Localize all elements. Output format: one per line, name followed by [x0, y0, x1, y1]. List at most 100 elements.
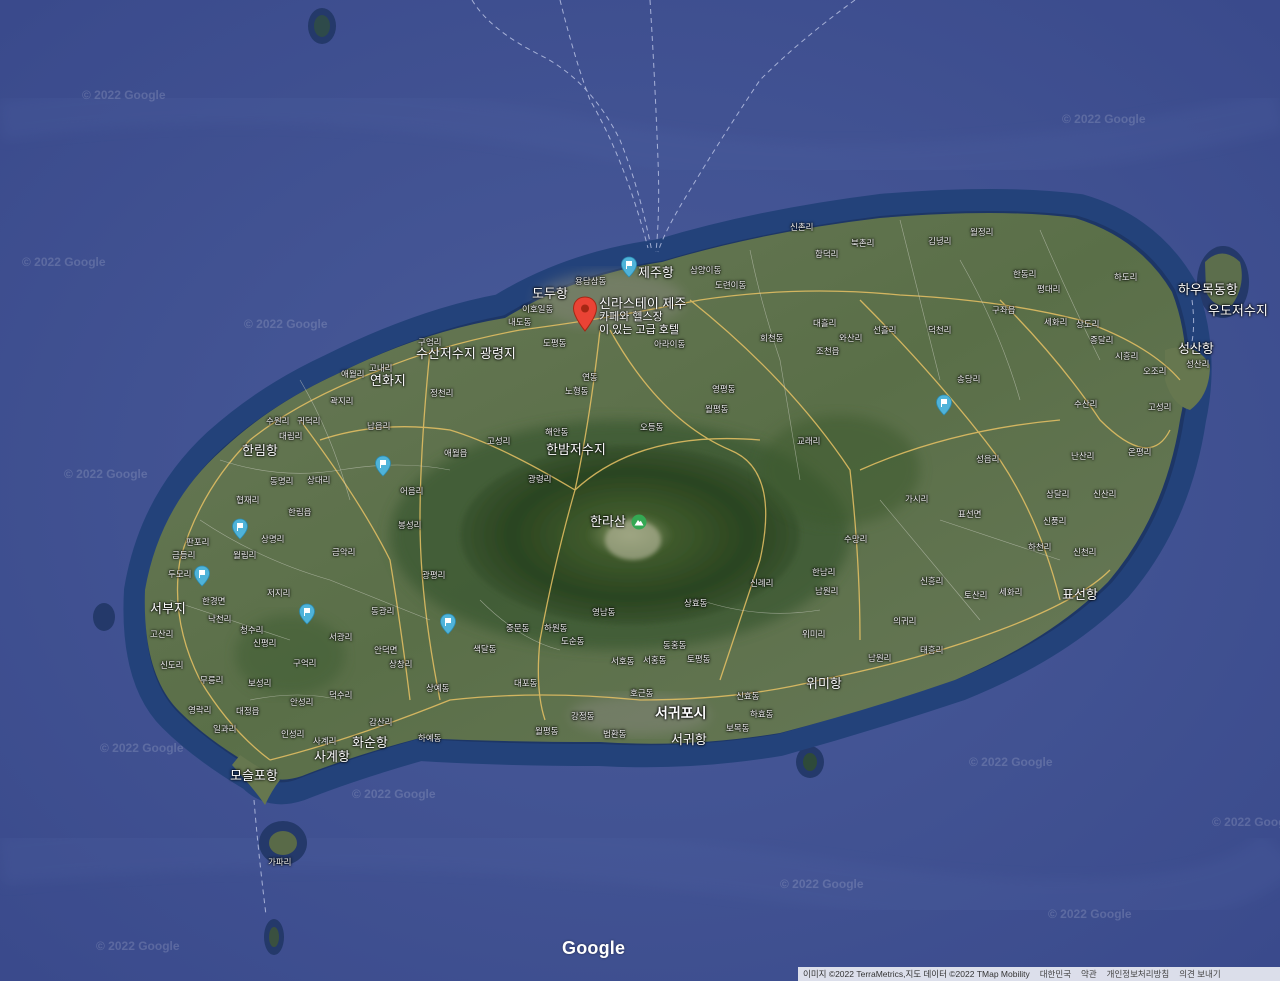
place-label[interactable]: 선흘리 [873, 325, 896, 336]
place-label[interactable]: 낙천리 [208, 614, 231, 625]
place-label[interactable]: 오조리 [1143, 366, 1166, 377]
place-label[interactable]: 일과리 [213, 724, 236, 735]
place-label[interactable]: 동광리 [371, 606, 394, 617]
place-label[interactable]: 남원리 [815, 586, 838, 597]
place-label[interactable]: 북촌리 [851, 238, 874, 249]
place-label[interactable]: 덕수리 [329, 690, 352, 701]
place-label[interactable]: 한동리 [1013, 269, 1036, 280]
place-label[interactable]: 대포동 [514, 678, 537, 689]
mountain-icon[interactable] [631, 514, 647, 530]
place-label[interactable]: 동홍동 [663, 640, 686, 651]
place-label[interactable]: 도두항 [532, 286, 568, 302]
place-label[interactable]: 도평동 [543, 338, 566, 349]
place-label[interactable]: 보목동 [726, 723, 749, 734]
place-label[interactable]: 화순항 [352, 735, 388, 751]
place-label[interactable]: 법환동 [603, 729, 626, 740]
place-label[interactable]: 용담삼동 [575, 276, 606, 287]
place-label[interactable]: 수망리 [844, 534, 867, 545]
place-label[interactable]: 서귀항 [671, 732, 707, 748]
place-label[interactable]: 신례리 [750, 578, 773, 589]
place-label[interactable]: 해안동 [545, 427, 568, 438]
footer-link-privacy[interactable]: 개인정보처리방침 [1102, 968, 1175, 980]
place-label[interactable]: 저지리 [267, 588, 290, 599]
place-label[interactable]: 상대리 [307, 475, 330, 486]
place-label[interactable]: 강정동 [571, 711, 594, 722]
place-label[interactable]: 판포리 [186, 537, 209, 548]
place-label[interactable]: 곽지리 [330, 396, 353, 407]
place-label[interactable]: 광령지 [480, 346, 516, 362]
place-label[interactable]: 와산리 [839, 333, 862, 344]
place-label[interactable]: 신천리 [1073, 547, 1096, 558]
place-label[interactable]: 한남리 [812, 567, 835, 578]
place-label[interactable]: 태흥리 [920, 645, 943, 656]
place-label[interactable]: 한밤저수지 [546, 442, 606, 458]
place-label[interactable]: 두모리 [168, 569, 191, 580]
place-label[interactable]: 노형동 [565, 386, 588, 397]
place-label[interactable]: 광평리 [422, 570, 445, 581]
place-label[interactable]: 하도리 [1114, 272, 1137, 283]
place-label[interactable]: 온평리 [1128, 447, 1151, 458]
place-label[interactable]: 의귀리 [893, 616, 916, 627]
satellite-map[interactable]: © 2022 Google © 2022 Google © 2022 Googl… [0, 0, 1280, 981]
place-label[interactable]: 신산리 [1093, 489, 1116, 500]
place-label[interactable]: 모슬포항 [230, 768, 278, 784]
place-label[interactable]: 연동 [582, 372, 598, 383]
place-label[interactable]: 어음리 [400, 486, 423, 497]
place-label[interactable]: 봉성리 [398, 520, 421, 531]
place-pin-icon[interactable] [439, 613, 457, 635]
place-label[interactable]: 애월읍 [444, 448, 467, 459]
place-label[interactable]: 김녕리 [928, 236, 951, 247]
place-label[interactable]: 사계항 [314, 749, 350, 765]
place-label[interactable]: 금악리 [332, 547, 355, 558]
place-label[interactable]: 감산리 [369, 717, 392, 728]
place-label[interactable]: 영평동 [712, 384, 735, 395]
hotel-location-pin-icon[interactable] [572, 296, 598, 332]
place-label[interactable]: 수산리 [1074, 399, 1097, 410]
place-label[interactable]: 삼양이동 [690, 265, 721, 276]
place-pin-icon[interactable] [298, 603, 316, 625]
place-label[interactable]: 중문동 [506, 623, 529, 634]
place-label[interactable]: 남원리 [868, 653, 891, 664]
place-label[interactable]: 청수리 [240, 625, 263, 636]
place-label[interactable]: 성산리 [1186, 359, 1209, 370]
place-label[interactable]: 영남동 [592, 607, 615, 618]
place-label[interactable]: 회천동 [760, 333, 783, 344]
place-label[interactable]: 서귀포시 [655, 705, 707, 721]
place-label[interactable]: 삼달리 [1046, 489, 1069, 500]
place-label[interactable]: 수산저수지 [416, 346, 476, 362]
ferry-terminal-pin-icon[interactable] [620, 256, 638, 278]
place-label[interactable]: 덕천리 [928, 325, 951, 336]
place-label[interactable]: 표선면 [958, 509, 981, 520]
place-label[interactable]: 안성리 [290, 697, 313, 708]
place-label[interactable]: 서부지 [150, 601, 186, 617]
place-label[interactable]: 하예동 [418, 733, 441, 744]
place-label[interactable]: 애월리 [341, 369, 364, 380]
hotel-label[interactable]: 신라스테이 제주 카페와 헬스장 이 있는 고급 호텔 [599, 296, 686, 337]
place-label[interactable]: 종달리 [1090, 335, 1113, 346]
place-label[interactable]: 시흥리 [1115, 351, 1138, 362]
place-label[interactable]: 상효동 [684, 598, 707, 609]
place-label[interactable]: 사계리 [313, 736, 336, 747]
place-label[interactable]: 위미항 [806, 676, 842, 692]
place-label[interactable]: 한경면 [202, 596, 225, 607]
place-label[interactable]: 송당리 [957, 374, 980, 385]
place-label[interactable]: 귀덕리 [297, 416, 320, 427]
place-label[interactable]: 서호동 [611, 656, 634, 667]
place-label[interactable]: 신평리 [253, 638, 276, 649]
place-label[interactable]: 상명리 [261, 534, 284, 545]
place-label[interactable]: 영락리 [188, 705, 211, 716]
place-label[interactable]: 연화지 [370, 373, 406, 389]
place-label[interactable]: 월평동 [705, 404, 728, 415]
place-label[interactable]: 성읍리 [976, 454, 999, 465]
place-label[interactable]: 월림리 [233, 550, 256, 561]
place-label[interactable]: 월평동 [535, 726, 558, 737]
place-label[interactable]: 협재리 [236, 495, 259, 506]
place-label[interactable]: 하원동 [544, 623, 567, 634]
place-label[interactable]: 인성리 [281, 729, 304, 740]
place-label[interactable]: 한림항 [242, 443, 278, 459]
place-label[interactable]: 대림리 [279, 431, 302, 442]
place-label[interactable]: 색달동 [473, 644, 496, 655]
footer-link-terms[interactable]: 약관 [1076, 968, 1102, 980]
place-label[interactable]: 가시리 [905, 494, 928, 505]
place-label[interactable]: 납읍리 [367, 421, 390, 432]
